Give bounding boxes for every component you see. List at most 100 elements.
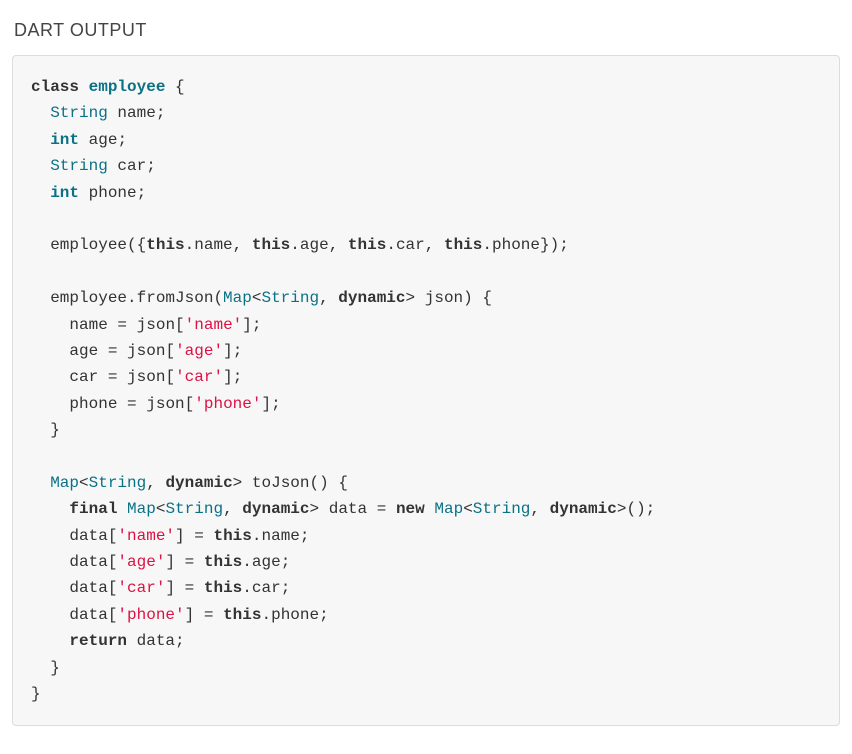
gt: > xyxy=(233,474,243,492)
eq: = xyxy=(117,316,127,334)
osq: [ xyxy=(108,579,118,597)
brace-close: } xyxy=(50,421,60,439)
ctor-fromjson-name: employee xyxy=(50,289,127,307)
var-data: data xyxy=(69,606,107,624)
kw-this: this xyxy=(146,236,184,254)
param-json: json xyxy=(425,289,463,307)
str-car: 'car' xyxy=(175,368,223,386)
field-name: name xyxy=(261,527,299,545)
csq: ] xyxy=(165,579,175,597)
field-name: name xyxy=(117,104,155,122)
var-data: data xyxy=(69,553,107,571)
type-string: String xyxy=(89,474,147,492)
field-phone: phone xyxy=(271,606,319,624)
semi: ; xyxy=(233,342,243,360)
kw-this: this xyxy=(204,553,242,571)
dot: . xyxy=(261,606,271,624)
code-block: class employee { String name; int age; S… xyxy=(12,55,840,726)
field-car: car xyxy=(252,579,281,597)
osq: [ xyxy=(165,368,175,386)
field-car: car xyxy=(396,236,425,254)
dot: . xyxy=(242,553,252,571)
var-data: data xyxy=(137,632,175,650)
brace-close: } xyxy=(540,236,550,254)
paren-close: ) xyxy=(463,289,473,307)
paren-close: ) xyxy=(550,236,560,254)
eq: = xyxy=(185,553,195,571)
type-string: String xyxy=(165,500,223,518)
kw-this: this xyxy=(444,236,482,254)
param-json: json xyxy=(127,368,165,386)
field-name: name xyxy=(194,236,232,254)
field-name: name xyxy=(69,316,107,334)
osq: [ xyxy=(108,606,118,624)
param-json: json xyxy=(127,342,165,360)
field-age: age xyxy=(252,553,281,571)
str-phone: 'phone' xyxy=(194,395,261,413)
method-fromjson: fromJson xyxy=(137,289,214,307)
gt: > xyxy=(310,500,320,518)
osq: [ xyxy=(165,342,175,360)
brace-close: } xyxy=(50,659,60,677)
kw-this: this xyxy=(252,236,290,254)
kw-dynamic: dynamic xyxy=(165,474,232,492)
dot: . xyxy=(185,236,195,254)
csq: ] xyxy=(242,316,252,334)
brace-open: { xyxy=(338,474,348,492)
method-tojson: toJson xyxy=(252,474,310,492)
comma: , xyxy=(425,236,435,254)
kw-dynamic: dynamic xyxy=(338,289,405,307)
semi: ; xyxy=(319,606,329,624)
kw-dynamic: dynamic xyxy=(242,500,309,518)
field-phone: phone xyxy=(492,236,540,254)
type-string: String xyxy=(261,289,319,307)
field-age: age xyxy=(300,236,329,254)
type-map: Map xyxy=(223,289,252,307)
semi: ; xyxy=(252,316,262,334)
semi: ; xyxy=(137,184,147,202)
osq: [ xyxy=(108,527,118,545)
paren-open: ( xyxy=(626,500,636,518)
dot: . xyxy=(127,289,137,307)
eq: = xyxy=(108,368,118,386)
class-name: employee xyxy=(89,78,166,96)
kw-this: this xyxy=(223,606,261,624)
semi: ; xyxy=(117,131,127,149)
brace-open: { xyxy=(482,289,492,307)
semi: ; xyxy=(146,157,156,175)
eq: = xyxy=(377,500,387,518)
dot: . xyxy=(482,236,492,254)
kw-this: this xyxy=(348,236,386,254)
param-json: json xyxy=(137,316,175,334)
type-map: Map xyxy=(50,474,79,492)
comma: , xyxy=(530,500,540,518)
eq: = xyxy=(108,342,118,360)
type-string: String xyxy=(50,104,108,122)
kw-new: new xyxy=(396,500,425,518)
var-data: data xyxy=(69,579,107,597)
ctor-name: employee xyxy=(50,236,127,254)
type-string: String xyxy=(473,500,531,518)
type-int: int xyxy=(50,184,79,202)
lt: < xyxy=(79,474,89,492)
field-age: age xyxy=(69,342,98,360)
csq: ] xyxy=(165,553,175,571)
type-map: Map xyxy=(434,500,463,518)
comma: , xyxy=(319,289,329,307)
csq: ] xyxy=(175,527,185,545)
paren-open: ( xyxy=(213,289,223,307)
semi: ; xyxy=(559,236,569,254)
paren-open: ( xyxy=(127,236,137,254)
kw-class: class xyxy=(31,78,79,96)
paren-close: ) xyxy=(319,474,329,492)
param-json: json xyxy=(146,395,184,413)
csq: ] xyxy=(185,606,195,624)
osq: [ xyxy=(108,553,118,571)
semi: ; xyxy=(233,368,243,386)
eq: = xyxy=(127,395,137,413)
field-car: car xyxy=(117,157,146,175)
code-pre: class employee { String name; int age; S… xyxy=(31,74,821,707)
str-name: 'name' xyxy=(117,527,175,545)
section-heading: DART OUTPUT xyxy=(14,20,840,41)
eq: = xyxy=(185,579,195,597)
